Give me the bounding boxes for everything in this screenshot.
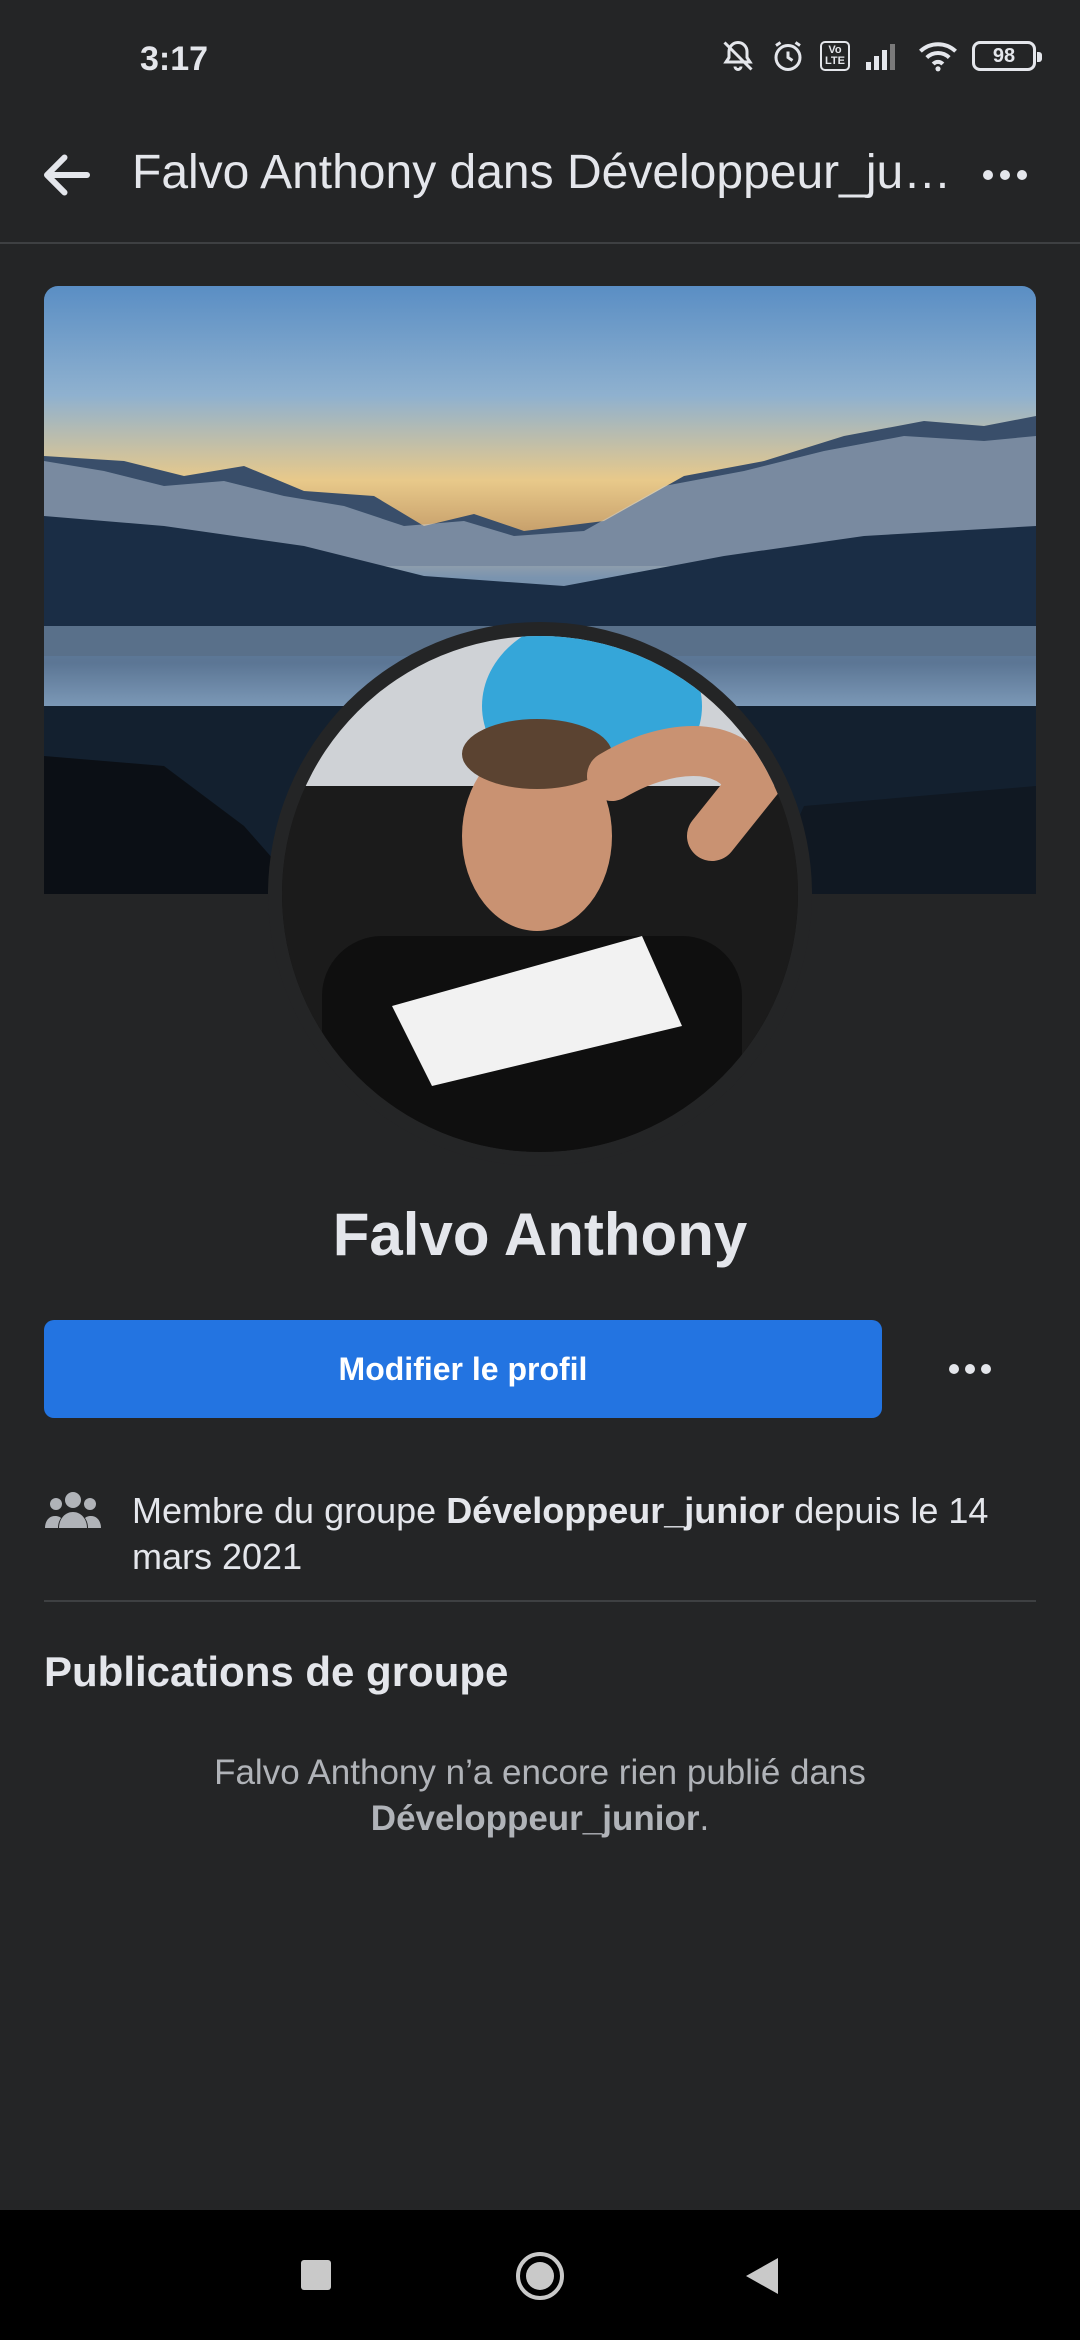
header-more-button[interactable] xyxy=(970,145,1040,205)
divider xyxy=(44,1600,1036,1602)
wifi-icon xyxy=(919,42,957,72)
notifications-off-icon xyxy=(723,40,753,71)
recents-button[interactable] xyxy=(301,2260,331,2290)
avatar[interactable] xyxy=(282,636,798,1152)
status-icons: Vo LTE 98 xyxy=(720,38,1042,74)
more-horizontal-icon xyxy=(949,1364,959,1374)
empty-group-name: Développeur_junior xyxy=(370,1799,700,1838)
empty-prefix: Falvo Anthony n’a encore rien publié dan… xyxy=(214,1753,866,1792)
empty-state-message: Falvo Anthony n’a encore rien publié dan… xyxy=(140,1750,940,1842)
nav-back-button[interactable] xyxy=(744,2256,780,2296)
membership-info: Membre du groupe Développeur_junior depu… xyxy=(132,1488,1032,1580)
membership-prefix: Membre du groupe xyxy=(132,1490,447,1531)
group-icon xyxy=(44,1488,102,1536)
status-time: 3:17 xyxy=(140,40,209,78)
profile-name: Falvo Anthony xyxy=(332,1201,748,1268)
alarm-icon xyxy=(774,41,802,71)
page-title: Falvo Anthony dans Développeur_junior xyxy=(132,146,952,199)
back-button[interactable] xyxy=(32,140,102,210)
section-title: Publications de groupe xyxy=(44,1648,509,1695)
empty-suffix: . xyxy=(699,1799,710,1838)
home-button[interactable] xyxy=(514,2250,566,2302)
arrow-left-icon xyxy=(44,154,90,196)
more-horizontal-icon xyxy=(983,170,993,180)
profile-more-button[interactable] xyxy=(925,1320,1015,1418)
membership-group-name[interactable]: Développeur_junior xyxy=(446,1490,784,1531)
battery-icon: 98 xyxy=(972,41,1042,71)
volte-bottom-label: LTE xyxy=(825,55,845,67)
avatar-photo xyxy=(282,636,798,1152)
signal-icon xyxy=(866,44,895,70)
edit-profile-button[interactable]: Modifier le profil xyxy=(44,1320,882,1418)
volte-icon: Vo LTE xyxy=(820,41,850,71)
